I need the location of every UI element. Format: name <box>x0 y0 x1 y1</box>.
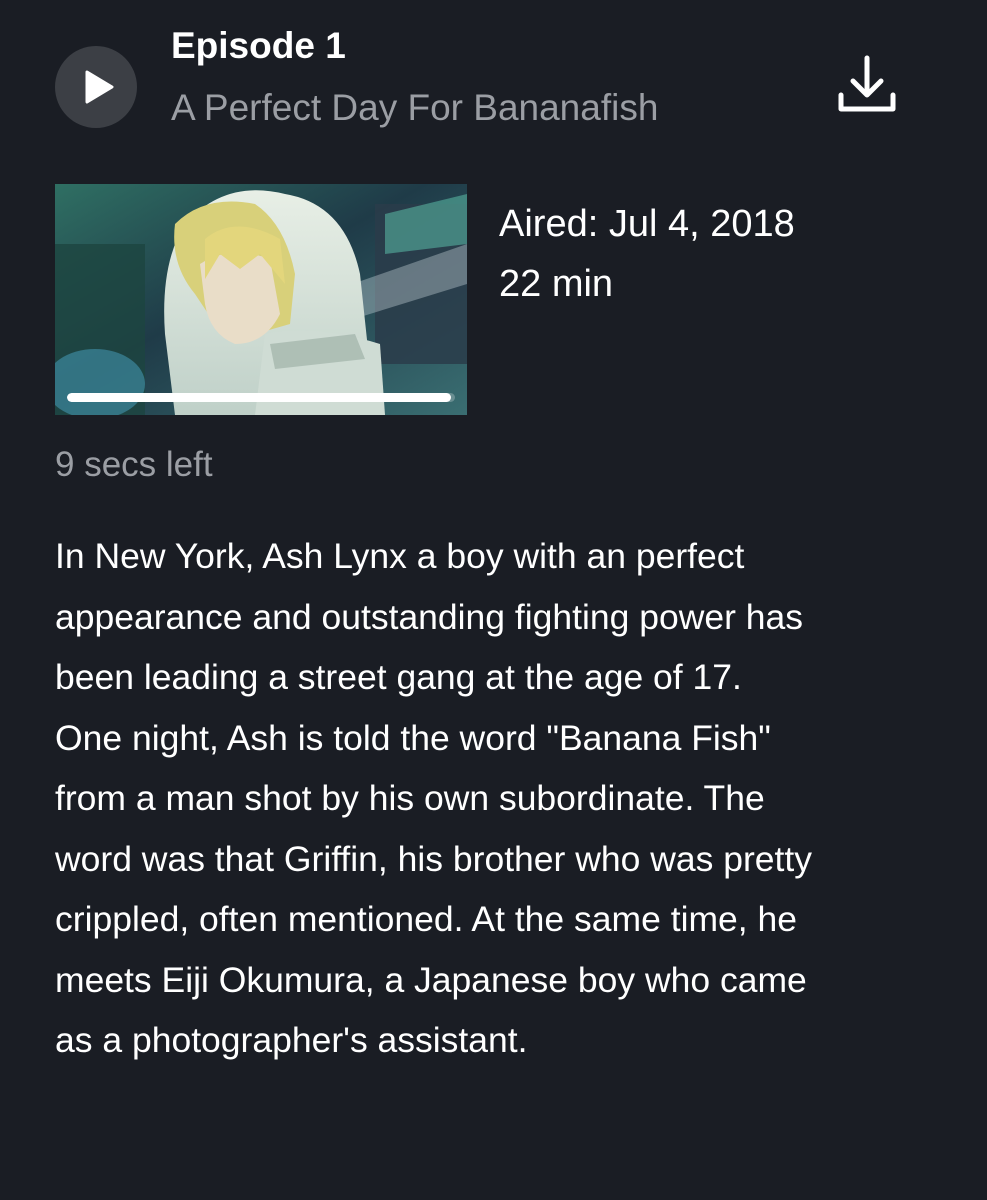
time-left: 9 secs left <box>55 445 213 484</box>
duration: 22 min <box>499 263 614 305</box>
episode-header: Episode 1 A Perfect Day For Bananafish <box>171 22 658 132</box>
watch-progress-bar <box>67 393 455 402</box>
watch-progress-fill <box>67 393 452 402</box>
episode-meta: Aired: Jul 4, 2018 22 min <box>499 194 795 314</box>
play-button[interactable] <box>55 46 137 128</box>
episode-title: A Perfect Day For Bananafish <box>171 87 659 128</box>
episode-thumbnail[interactable] <box>55 184 467 415</box>
play-icon <box>85 70 113 104</box>
episode-synopsis: In New York, Ash Lynx a boy with an perf… <box>55 536 812 1060</box>
aired-date: Aired: Jul 4, 2018 <box>499 203 795 245</box>
thumbnail-image <box>55 184 467 415</box>
episode-number: Episode 1 <box>171 25 346 66</box>
download-button[interactable] <box>836 54 898 116</box>
download-icon <box>838 55 896 112</box>
